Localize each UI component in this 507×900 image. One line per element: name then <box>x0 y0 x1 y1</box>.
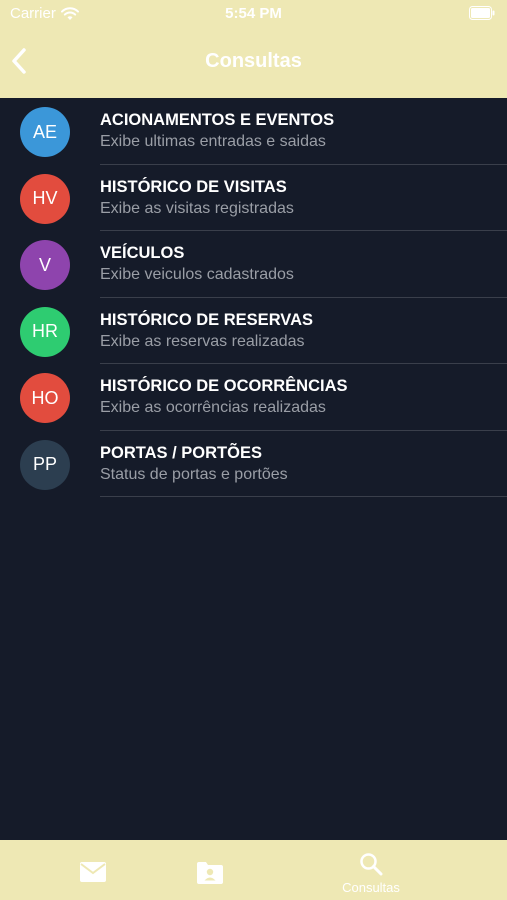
list-item-historico-ocorrencias[interactable]: HO HISTÓRICO DE OCORRÊNCIAS Exibe as oco… <box>0 364 507 431</box>
list-item-portas-portoes[interactable]: PP PORTAS / PORTÕES Status de portas e p… <box>0 431 507 497</box>
list-item-acionamentos[interactable]: AE ACIONAMENTOS E EVENTOS Exibe ultimas … <box>0 98 507 165</box>
list-item-subtitle: Exibe as visitas registradas <box>100 199 294 217</box>
status-bar: Carrier 5:54 PM <box>0 0 507 28</box>
list-item-content: VEÍCULOS Exibe veiculos cadastrados <box>100 231 507 298</box>
tab-consultas[interactable]: Consultas <box>326 840 416 900</box>
list-item-title: ACIONAMENTOS E EVENTOS <box>100 111 335 129</box>
page-title: Consultas <box>205 50 302 72</box>
list-item-title: HISTÓRICO DE VISITAS <box>100 177 287 196</box>
avatar: HR <box>20 306 70 357</box>
list-item-title: VEÍCULOS <box>100 244 185 262</box>
list-item-title: HISTÓRICO DE OCORRÊNCIAS <box>100 377 348 395</box>
list-item-subtitle: Exibe as ocorrências realizadas <box>100 399 326 416</box>
navigation-bar: Consultas <box>0 38 507 86</box>
tab-bar: Consultas <box>0 840 507 900</box>
tab-label: Consultas <box>342 880 400 895</box>
list-item-title: PORTAS / PORTÕES <box>100 443 262 462</box>
list-item-historico-reservas[interactable]: HR HISTÓRICO DE RESERVAS Exibe as reserv… <box>0 298 507 364</box>
status-time: 5:54 PM <box>225 5 282 22</box>
consultas-list: AE ACIONAMENTOS E EVENTOS Exibe ultimas … <box>0 98 507 497</box>
avatar: AE <box>20 107 70 157</box>
tab-mail[interactable] <box>62 840 122 900</box>
list-item-title: HISTÓRICO DE RESERVAS <box>100 310 314 329</box>
list-item-veiculos[interactable]: V VEÍCULOS Exibe veiculos cadastrados <box>0 231 507 298</box>
battery-icon <box>469 6 495 20</box>
list-item-subtitle: Status de portas e portões <box>100 465 288 483</box>
tab-contacts[interactable] <box>180 840 240 900</box>
list-item-content: HISTÓRICO DE OCORRÊNCIAS Exibe as ocorrê… <box>100 364 507 431</box>
avatar: V <box>20 240 70 290</box>
mail-icon <box>80 862 106 882</box>
list-item-subtitle: Exibe ultimas entradas e saidas <box>100 133 326 150</box>
search-icon <box>360 853 383 876</box>
avatar: HO <box>20 373 70 423</box>
header: Carrier 5:54 PM Consultas <box>0 0 507 98</box>
list-item-content: HISTÓRICO DE VISITAS Exibe as visitas re… <box>100 165 507 231</box>
list-item-historico-visitas[interactable]: HV HISTÓRICO DE VISITAS Exibe as visitas… <box>0 165 507 231</box>
avatar: HV <box>20 173 70 224</box>
contacts-folder-icon <box>197 862 223 884</box>
list-item-subtitle: Exibe as reservas realizadas <box>100 332 305 350</box>
avatar: PP <box>20 439 70 490</box>
list-item-subtitle: Exibe veiculos cadastrados <box>100 266 294 283</box>
list-item-content: ACIONAMENTOS E EVENTOS Exibe ultimas ent… <box>100 98 507 165</box>
list-item-content: HISTÓRICO DE RESERVAS Exibe as reservas … <box>100 298 507 364</box>
list-item-content: PORTAS / PORTÕES Status de portas e port… <box>100 431 507 497</box>
